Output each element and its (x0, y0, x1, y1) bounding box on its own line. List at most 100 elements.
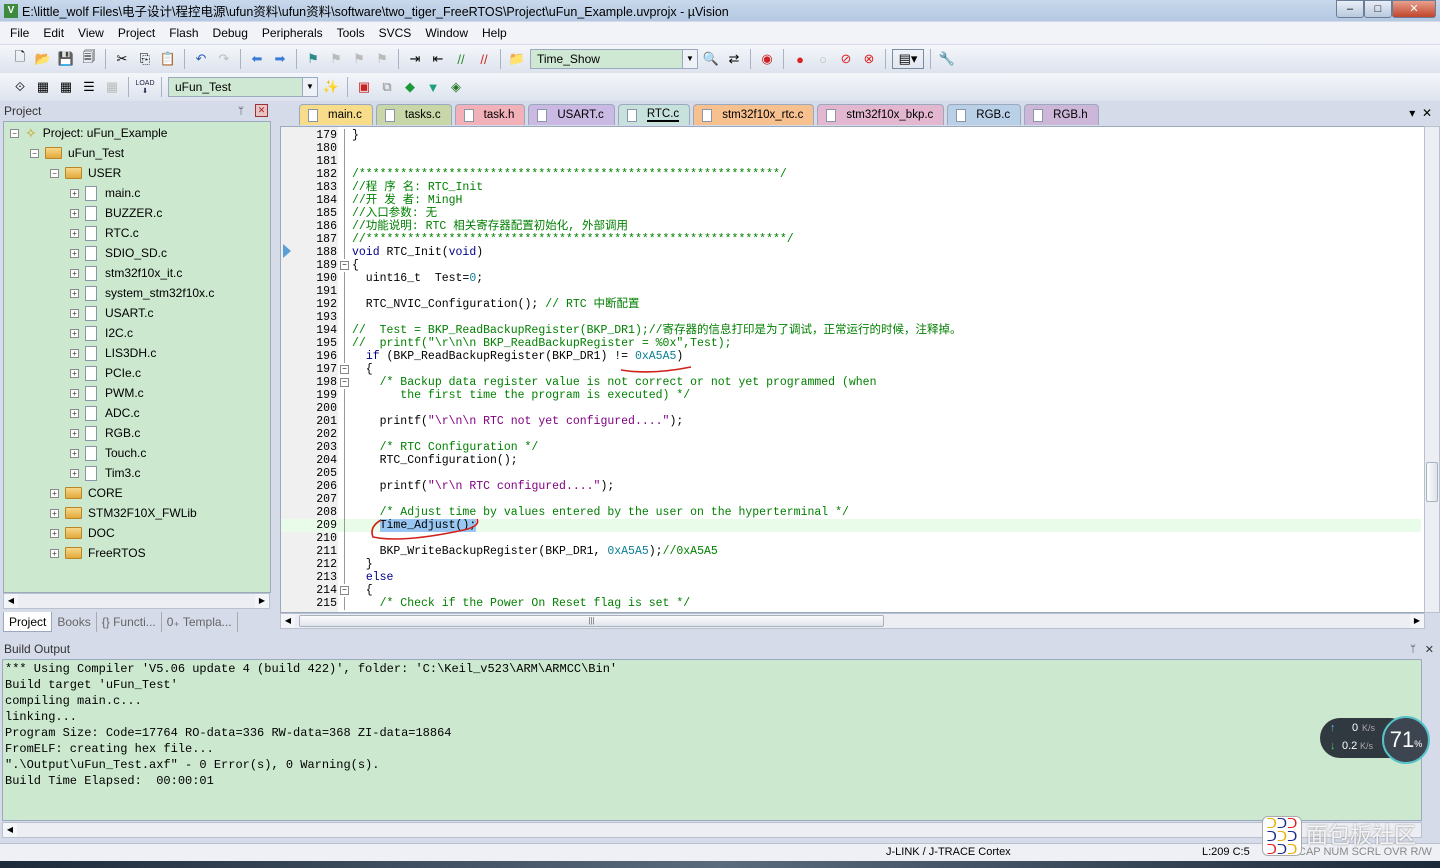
manage-run-time-icon[interactable]: ◆ (400, 77, 420, 97)
breakpoint-icon[interactable]: ● (790, 49, 810, 69)
tab-main-c[interactable]: main.c (299, 104, 373, 125)
indent-icon[interactable]: ⇥ (405, 49, 425, 69)
code-editor[interactable]: 179} 180 181 182/**************************… (280, 126, 1425, 613)
comment-icon[interactable]: // (451, 49, 471, 69)
build-output-horizontal-scrollbar[interactable]: ◀ (2, 822, 1422, 838)
expand-icon[interactable]: + (70, 368, 79, 378)
expand-icon[interactable]: + (70, 248, 79, 258)
bookmark-icon[interactable]: ⚑ (303, 49, 323, 69)
tree-item-buzzer-c[interactable]: + BUZZER.c (70, 203, 162, 223)
manage-components-icon[interactable]: ▣ (354, 77, 374, 97)
build-icon[interactable]: ▦ (33, 77, 53, 97)
expand-icon[interactable]: + (70, 308, 79, 318)
disable-all-breakpoints-icon[interactable]: ⊘ (836, 49, 856, 69)
find-icon[interactable]: 🔍 (701, 49, 721, 69)
editor-vertical-scrollbar[interactable] (1424, 126, 1440, 613)
kill-breakpoints-icon[interactable]: ⊗ (859, 49, 879, 69)
menu-help[interactable]: Help (476, 26, 515, 40)
expand-icon[interactable]: + (50, 488, 59, 498)
tree-item-pwm-c[interactable]: + PWM.c (70, 383, 144, 403)
window-layout-icon[interactable]: ▤▾ (892, 49, 924, 69)
expand-icon[interactable]: + (70, 448, 79, 458)
cut-icon[interactable]: ✂ (112, 49, 132, 69)
menu-peripherals[interactable]: Peripherals (256, 26, 331, 40)
translate-icon[interactable]: ⟐ (10, 77, 30, 97)
build-output-text[interactable]: *** Using Compiler 'V5.06 update 4 (buil… (2, 659, 1422, 821)
expand-icon[interactable]: + (50, 548, 59, 558)
paste-icon[interactable]: 📋 (158, 49, 178, 69)
navigate-back-icon[interactable]: ⬅ (247, 49, 267, 69)
uncomment-icon[interactable]: // (474, 49, 494, 69)
navigate-forward-icon[interactable]: ➡ (270, 49, 290, 69)
menu-view[interactable]: View (72, 26, 112, 40)
new-file-icon[interactable]: 🗋 (10, 49, 30, 69)
unindent-icon[interactable]: ⇤ (428, 49, 448, 69)
panel-tab-0[interactable]: Project (3, 612, 53, 632)
tree-item-rgb-c[interactable]: + RGB.c (70, 423, 140, 443)
expand-icon[interactable]: + (50, 528, 59, 538)
find-in-files-icon[interactable]: 📁 (507, 49, 527, 69)
redo-icon[interactable]: ↷ (214, 49, 234, 69)
tree-item-main-c[interactable]: + main.c (70, 183, 140, 203)
editor-horizontal-scrollbar[interactable]: ◀ ||| ▶ (280, 613, 1425, 629)
tab-task-h[interactable]: task.h (454, 104, 526, 125)
minimize-button[interactable]: – (1336, 0, 1364, 18)
expand-icon[interactable]: + (70, 348, 79, 358)
target-options-icon[interactable]: ✨ (321, 77, 341, 97)
tree-item-rtc-c[interactable]: + RTC.c (70, 223, 139, 243)
tree-horizontal-scrollbar[interactable]: ◀ ▶ (3, 593, 270, 609)
tab-rgb-c[interactable]: RGB.c (947, 104, 1022, 125)
tab-rtc-c[interactable]: RTC.c (617, 104, 691, 125)
tab-stm32f10x-rtc-c[interactable]: stm32f10x_rtc.c (693, 104, 815, 125)
expand-icon[interactable]: + (50, 508, 59, 518)
menu-window[interactable]: Window (419, 26, 476, 40)
tab-tasks-c[interactable]: tasks.c (375, 104, 452, 125)
tree-item-user[interactable]: − USER (50, 163, 121, 183)
incremental-find-icon[interactable]: ⇄ (724, 49, 744, 69)
tree-item-touch-c[interactable]: + Touch.c (70, 443, 146, 463)
tab-usart-c[interactable]: USART.c (528, 104, 615, 125)
undo-icon[interactable]: ↶ (191, 49, 211, 69)
tree-item-stm32f10x-it-c[interactable]: + stm32f10x_it.c (70, 263, 182, 283)
tree-item-stm32f10x-fwlib[interactable]: + STM32F10X_FWLib (50, 503, 197, 523)
tree-item-usart-c[interactable]: + USART.c (70, 303, 153, 323)
collapse-icon[interactable]: − (30, 148, 39, 158)
menu-edit[interactable]: Edit (37, 26, 72, 40)
tab-list-icon[interactable]: ▾ (1409, 106, 1415, 120)
expand-icon[interactable]: + (70, 268, 79, 278)
memory-usage-gauge[interactable]: 71% (1382, 716, 1430, 764)
menu-debug[interactable]: Debug (207, 26, 256, 40)
tree-item-pcie-c[interactable]: + PCIe.c (70, 363, 141, 383)
menu-svcs[interactable]: SVCS (373, 26, 420, 40)
expand-icon[interactable]: + (70, 288, 79, 298)
tab-stm32f10x-bkp-c[interactable]: stm32f10x_bkp.c (817, 104, 945, 125)
expand-icon[interactable]: + (70, 208, 79, 218)
expand-icon[interactable]: + (70, 388, 79, 398)
expand-icon[interactable]: + (70, 188, 79, 198)
collapse-icon[interactable]: − (10, 128, 19, 138)
tree-item-tim3-c[interactable]: + Tim3.c (70, 463, 141, 483)
expand-icon[interactable]: + (70, 468, 79, 478)
expand-icon[interactable]: + (70, 228, 79, 238)
prev-bookmark-icon[interactable]: ⚑ (326, 49, 346, 69)
pack-installer-icon[interactable]: ◈ (446, 77, 466, 97)
clear-bookmarks-icon[interactable]: ⚑ (372, 49, 392, 69)
find-combo[interactable]: Time_Show ▼ (530, 49, 698, 69)
debug-session-icon[interactable]: ◉ (757, 49, 777, 69)
tree-item-doc[interactable]: + DOC (50, 523, 115, 543)
pin-icon[interactable]: ᛘ (238, 106, 244, 117)
menu-tools[interactable]: Tools (331, 26, 373, 40)
next-bookmark-icon[interactable]: ⚑ (349, 49, 369, 69)
tree-item-freertos[interactable]: + FreeRTOS (50, 543, 146, 563)
file-extensions-icon[interactable]: ⧉ (377, 77, 397, 97)
close-button[interactable]: ✕ (1392, 0, 1436, 18)
tree-item-adc-c[interactable]: + ADC.c (70, 403, 140, 423)
tree-item-ufun-test[interactable]: − uFun_Test (30, 143, 124, 163)
rebuild-icon[interactable]: ▦ (56, 77, 76, 97)
select-packs-icon[interactable]: ▼ (423, 77, 443, 97)
expand-icon[interactable]: + (70, 408, 79, 418)
menu-flash[interactable]: Flash (163, 26, 206, 40)
pin-icon[interactable]: ᛘ (1410, 644, 1416, 655)
panel-tab-3[interactable]: 0₊ Templa... (162, 612, 238, 632)
copy-icon[interactable]: ⎘ (135, 49, 155, 69)
